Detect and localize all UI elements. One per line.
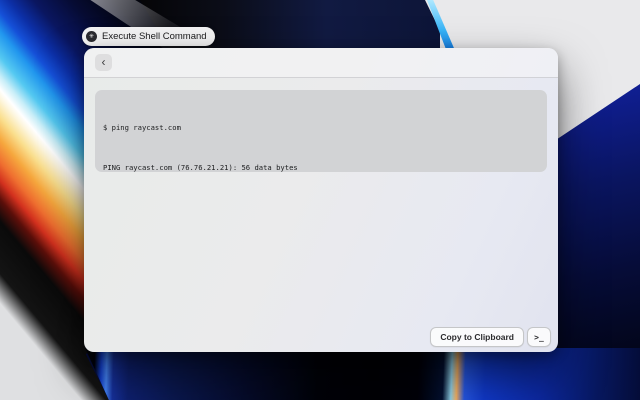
terminal-prompt-icon: >_: [534, 333, 544, 342]
back-button[interactable]: ‹: [95, 54, 112, 71]
wallpaper-bottom-strip: [85, 348, 640, 400]
terminal-icon-button[interactable]: >_: [527, 327, 551, 347]
window-footer: Copy to Clipboard >_: [430, 327, 551, 347]
chevron-left-icon: ‹: [102, 55, 106, 70]
pill-label: Execute Shell Command: [102, 31, 207, 42]
raycast-window: ‹ $ ping raycast.com PING raycast.com (7…: [84, 48, 558, 352]
shell-command-icon: ✳: [86, 31, 97, 42]
terminal-line: $ ping raycast.com: [103, 121, 539, 134]
window-header: ‹: [84, 48, 558, 78]
terminal-line: PING raycast.com (76.76.21.21): 56 data …: [103, 161, 539, 172]
copy-to-clipboard-button[interactable]: Copy to Clipboard: [430, 327, 524, 347]
execute-shell-command-pill[interactable]: ✳ Execute Shell Command: [82, 27, 215, 46]
desktop: ✳ Execute Shell Command ‹ $ ping raycast…: [0, 0, 640, 400]
terminal-output: $ ping raycast.com PING raycast.com (76.…: [95, 90, 547, 172]
